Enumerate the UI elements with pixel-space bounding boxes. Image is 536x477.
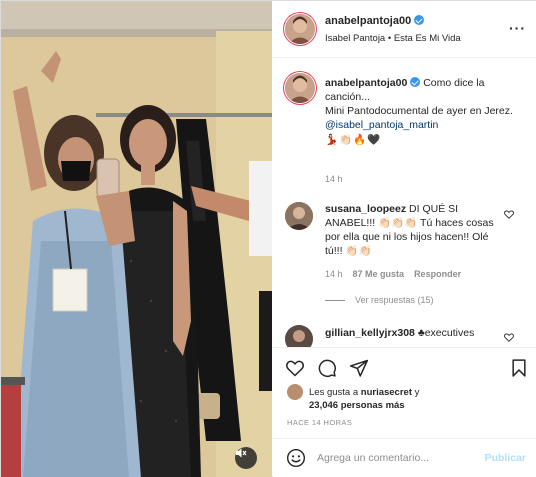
comment-meta: 14 h 87 Me gusta Responder (325, 269, 471, 279)
caption-emojis: 💃🏻👏🏻🔥🖤 (325, 134, 382, 146)
heart-icon[interactable] (504, 333, 514, 342)
commenter-avatar[interactable] (285, 202, 313, 230)
caption-meta: 14 h (325, 174, 353, 184)
mute-toggle-button[interactable] (235, 447, 257, 469)
reply-button[interactable]: Responder (414, 269, 461, 279)
caption-time[interactable]: 14 h (325, 174, 343, 184)
caption: anabelpantoja00 Como dice la canción... … (325, 76, 525, 147)
post-video[interactable] (1, 1, 272, 477)
author-username[interactable]: anabelpantoja00 (325, 15, 425, 27)
comment-input[interactable] (317, 447, 477, 469)
post-timestamp[interactable]: HACE 14 HORAS (287, 418, 352, 427)
more-horizontal-icon: ··· (509, 20, 526, 36)
comment-icon[interactable] (317, 358, 337, 378)
post-comment-button[interactable]: Publicar (485, 452, 526, 464)
verified-badge-icon (410, 77, 421, 87)
likes-summary: Les gusta a nuriasecret y 23,046 persona… (287, 384, 527, 414)
comment-item: gillian_kellyjrx308 ♣︎executives (325, 327, 474, 339)
comment-composer: Publicar (273, 438, 536, 477)
comment-time[interactable]: 14 h (325, 269, 343, 279)
action-bar (273, 347, 536, 387)
bookmark-icon[interactable] (509, 358, 529, 378)
comments-list[interactable]: anabelpantoja00 Como dice la canción... … (273, 59, 536, 347)
comment-username[interactable]: gillian_kellyjrx308 (325, 327, 415, 339)
comment-username[interactable]: susana_loopeez (325, 203, 406, 215)
instagram-post-modal: anabelpantoja00 Isabel Pantoja • Esta Es… (0, 0, 536, 477)
comment-item: susana_loopeez DI QUÉ SI ANABEL!!! 👏🏻👏🏻👏… (325, 202, 505, 258)
liker-username[interactable]: nuriasecret (361, 387, 412, 398)
likes-count[interactable]: 23,046 personas más (309, 400, 405, 411)
view-replies-label: Ver respuestas (15) (355, 295, 434, 305)
heart-icon[interactable] (285, 358, 305, 378)
heart-icon[interactable] (504, 210, 514, 219)
likes-prefix: Les gusta a (309, 387, 361, 398)
post-header: anabelpantoja00 Isabel Pantoja • Esta Es… (273, 1, 536, 58)
liker-avatar[interactable] (287, 384, 303, 400)
comment-likes[interactable]: 87 Me gusta (353, 269, 405, 279)
emoji-icon[interactable] (286, 448, 306, 468)
video-frame (1, 1, 272, 477)
likes-middle: y (412, 387, 420, 398)
commenter-avatar[interactable] (285, 325, 313, 347)
view-replies-button[interactable]: Ver respuestas (15) (325, 295, 434, 305)
author-username-text[interactable]: anabelpantoja00 (325, 15, 411, 27)
likes-text: Les gusta a nuriasecret y 23,046 persona… (309, 386, 509, 412)
more-options-button[interactable]: ··· (509, 20, 526, 36)
caption-avatar[interactable] (285, 73, 315, 103)
comment-text: ♣︎executives (417, 327, 475, 339)
audio-track-label[interactable]: Isabel Pantoja • Esta Es Mi Vida (325, 33, 461, 44)
paper-plane-icon[interactable] (349, 358, 369, 378)
post-sidebar: anabelpantoja00 Isabel Pantoja • Esta Es… (273, 1, 536, 477)
author-avatar[interactable] (285, 14, 315, 44)
caption-text-2: Mini Pantodocumental de ayer en Jerez. (325, 105, 513, 117)
verified-badge-icon (414, 15, 425, 25)
caption-mention-link[interactable]: @isabel_pantoja_martin (325, 119, 438, 131)
speaker-muted-icon (236, 448, 247, 458)
caption-username[interactable]: anabelpantoja00 (325, 77, 407, 89)
